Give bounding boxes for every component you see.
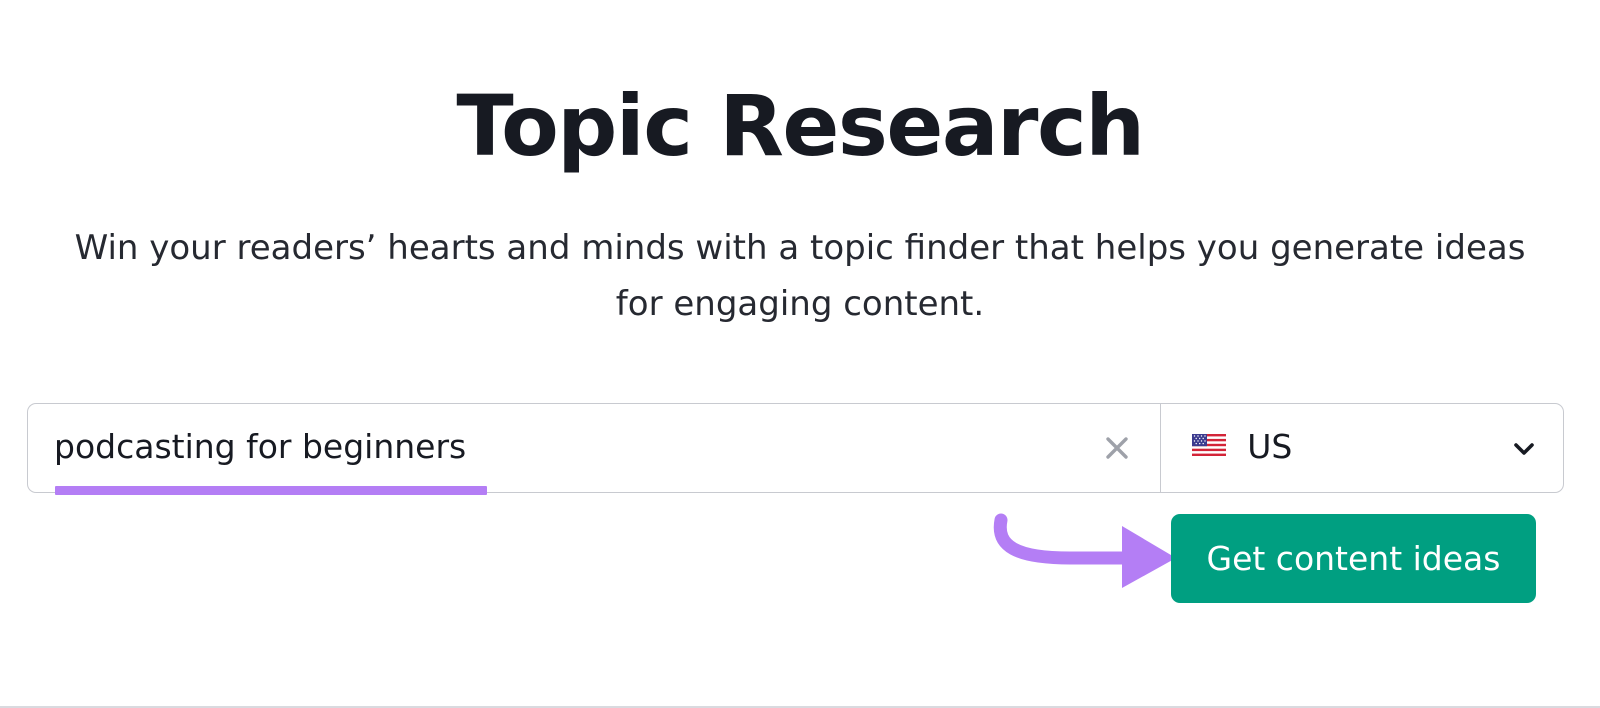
- topic-search-input[interactable]: podcasting for beginners: [27, 403, 1161, 495]
- country-select[interactable]: US: [1160, 403, 1564, 493]
- get-content-ideas-button[interactable]: Get content ideas: [1171, 514, 1536, 603]
- us-flag-icon: [1192, 434, 1227, 456]
- close-icon[interactable]: [1102, 433, 1132, 463]
- curved-arrow-icon: [993, 513, 1176, 588]
- page-subtitle: Win your readers’ hearts and minds with …: [74, 228, 1526, 324]
- page-title: Topic Research: [456, 77, 1145, 175]
- chevron-down-icon: [1514, 443, 1534, 455]
- search-bar: podcasting for beginners US: [27, 403, 1564, 495]
- search-highlight-underline: [55, 486, 487, 495]
- country-label: US: [1247, 427, 1293, 466]
- search-input-value: podcasting for beginners: [54, 427, 467, 466]
